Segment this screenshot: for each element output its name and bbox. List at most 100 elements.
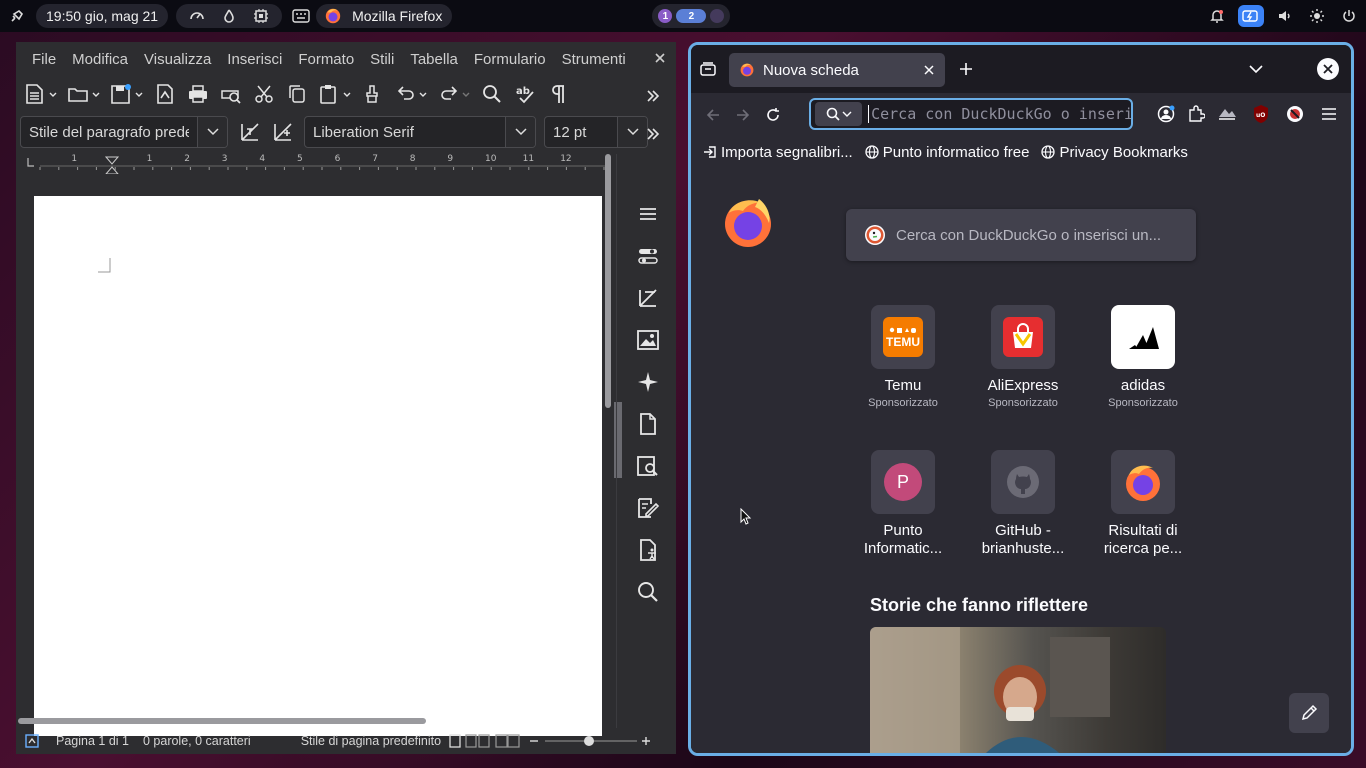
new-document-icon[interactable] [22,80,60,108]
url-input[interactable] [868,105,1131,123]
vertical-scrollbar[interactable] [604,154,612,719]
menu-strumenti[interactable]: Strumenti [554,51,634,68]
undo-icon[interactable] [392,80,430,108]
shortcut-aliexpress[interactable]: AliExpress Sponsorizzato [963,305,1083,409]
font-name-combo[interactable]: Liberation Serif [304,116,536,148]
horizontal-ruler[interactable]: 1 1 2 3 4 5 6 7 8 9 10 11 12 [22,154,606,174]
bookmark-punto-informatico[interactable]: Punto informatico free [865,144,1029,161]
menu-file[interactable]: File [24,51,64,68]
accessibility-check-icon[interactable] [636,538,660,562]
single-page-view-icon[interactable] [449,734,461,748]
ublock-origin-icon[interactable]: uO [1253,104,1269,124]
paste-icon[interactable] [316,80,354,108]
extensions-icon[interactable] [1187,105,1205,123]
back-icon[interactable] [705,107,721,123]
list-all-tabs-icon[interactable] [1249,64,1263,74]
clone-formatting-icon[interactable] [359,80,387,108]
new-style-icon[interactable] [269,118,297,146]
formatting-marks-icon[interactable] [544,80,572,108]
menu-modifica[interactable]: Modifica [64,51,136,68]
open-folder-icon[interactable] [65,80,103,108]
workspace-indicator[interactable]: 1 2 [652,4,731,28]
clock-pill[interactable]: 19:50 gio, mag 21 [36,4,169,28]
active-window-pill[interactable]: Mozilla Firefox [316,4,453,28]
page-icon[interactable] [636,412,660,436]
scrollbar-thumb[interactable] [605,154,611,408]
export-pdf-icon[interactable] [151,80,179,108]
cut-icon[interactable] [250,80,278,108]
tab-overview-icon[interactable] [699,60,717,78]
style-inspector-icon[interactable] [636,454,660,478]
story-card[interactable] [870,627,1166,753]
navigator-icon[interactable] [636,370,660,394]
menu-inserisci[interactable]: Inserisci [219,51,290,68]
document-page[interactable] [34,196,602,736]
page-style[interactable]: Stile di pagina predefinito [301,734,441,748]
brightness-icon[interactable] [1306,5,1328,27]
zoom-out-icon[interactable] [529,736,539,746]
workspace-2[interactable]: 2 [676,9,707,23]
copy-icon[interactable] [283,80,311,108]
update-style-icon[interactable] [236,118,264,146]
font-size-combo[interactable]: 12 pt [544,116,648,148]
menu-tabella[interactable]: Tabella [402,51,466,68]
app-menu-icon[interactable] [1321,107,1337,121]
shortcut-punto-informatico[interactable]: P Punto Informatic... [843,450,963,558]
privacy-extension-icon[interactable] [1285,104,1305,124]
save-icon[interactable] [108,80,146,108]
forward-icon[interactable] [735,107,751,123]
hamburger-menu-icon[interactable] [636,202,660,226]
workspace-1[interactable]: 1 [658,9,673,23]
page-count[interactable]: Pagina 1 di 1 [56,734,129,748]
book-view-icon[interactable] [495,734,521,748]
battery-charging-icon[interactable] [1238,5,1264,27]
account-icon[interactable] [1157,105,1175,123]
manage-changes-icon[interactable] [636,496,660,520]
print-icon[interactable] [184,80,212,108]
shortcut-github[interactable]: GitHub - brianhuste... [963,450,1083,558]
new-tab-icon[interactable] [959,62,973,76]
power-icon[interactable] [1338,5,1360,27]
reload-icon[interactable] [765,107,781,123]
redo-icon[interactable] [435,80,473,108]
styles-icon[interactable] [636,286,660,310]
new-tab-search[interactable]: Cerca con DuckDuckGo o inserisci un... [846,209,1196,261]
find-icon[interactable] [636,580,660,604]
tab-new-tab[interactable]: Nuova scheda [729,53,945,87]
zoom-in-icon[interactable] [641,736,651,746]
print-preview-icon[interactable] [217,80,245,108]
notification-bell-icon[interactable] [1206,5,1228,27]
paragraph-style-combo[interactable]: Stile del paragrafo predefinito [20,116,228,148]
doc-status-icon[interactable] [24,733,42,749]
multi-page-view-icon[interactable] [465,734,491,748]
launcher-icon[interactable] [6,5,28,27]
menu-formato[interactable]: Formato [290,51,362,68]
properties-icon[interactable] [636,244,660,268]
menu-stili[interactable]: Stili [362,51,402,68]
close-document-icon[interactable] [652,50,668,66]
toolbar-overflow-icon[interactable] [639,82,667,110]
menu-formulario[interactable]: Formulario [466,51,554,68]
gallery-icon[interactable] [636,328,660,352]
bookmark-privacy[interactable]: Privacy Bookmarks [1041,144,1188,161]
document-area[interactable] [16,174,616,736]
chevron-down-icon[interactable] [505,117,535,147]
search-engine-selector[interactable] [815,102,863,126]
url-bar[interactable] [809,98,1133,130]
system-monitor-pill[interactable] [176,4,283,28]
keyboard-icon[interactable] [290,5,312,27]
spelling-icon[interactable]: ab [511,80,539,108]
word-count[interactable]: 0 parole, 0 caratteri [143,734,251,748]
volume-icon[interactable] [1274,5,1296,27]
shortcut-search-results[interactable]: Risultati di ricerca pe... [1083,450,1203,558]
menu-visualizza[interactable]: Visualizza [136,51,219,68]
workspace-empty[interactable] [710,9,725,23]
shortcut-temu[interactable]: TEMU Temu Sponsorizzato [843,305,963,409]
close-tab-icon[interactable] [923,64,935,76]
weather-extension-icon[interactable] [1217,105,1237,123]
zoom-slider[interactable] [543,734,639,748]
shortcut-adidas[interactable]: adidas Sponsorizzato [1083,305,1203,409]
bookmark-import[interactable]: Importa segnalibri... [703,144,853,161]
toolbar-overflow-icon[interactable] [639,120,667,148]
customize-page-button[interactable] [1289,693,1329,733]
